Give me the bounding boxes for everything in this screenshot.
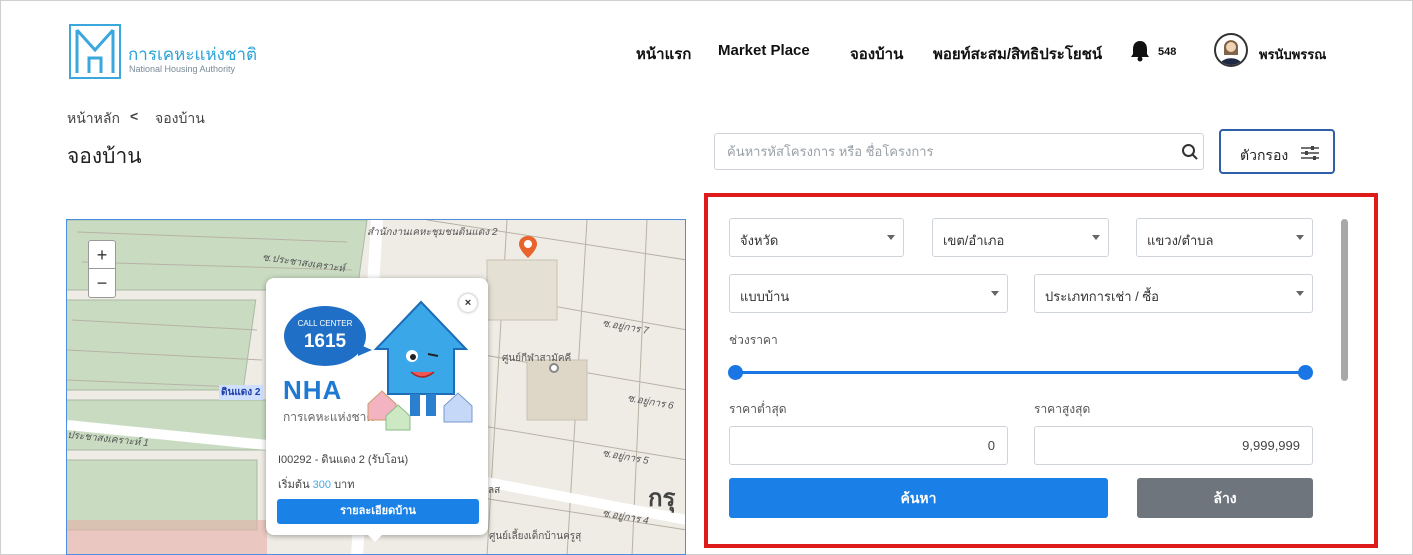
mascot-icon <box>366 294 476 434</box>
nha-logo-subtext: การเคหะแห่งชาติ <box>283 410 375 424</box>
min-price-input[interactable]: 0 <box>729 426 1008 465</box>
min-price-label: ราคาต่ำสุด <box>729 402 787 416</box>
project-popup: × CALL CENTER 1615 NHA การเคหะแห่งชาติ I… <box>266 278 488 542</box>
map-zoom-control: + − <box>88 240 116 298</box>
bell-icon[interactable] <box>1130 40 1150 62</box>
avatar[interactable] <box>1214 33 1248 67</box>
max-price-label: ราคาสูงสุด <box>1034 402 1091 416</box>
nav-points[interactable]: พอยท์สะสม/สิทธิประโยชน์ <box>933 42 1102 66</box>
price-value: 300 <box>312 479 332 491</box>
call-center-label: CALL CENTER <box>297 319 353 328</box>
breadcrumb-current: จองบ้าน <box>155 110 205 126</box>
nha-logo-icon[interactable] <box>69 24 121 79</box>
filter-button[interactable]: ตัวกรอง <box>1219 129 1335 174</box>
province-select-label: จังหวัด <box>740 233 779 248</box>
nha-logo-text: NHA <box>283 375 343 405</box>
price-range-min-handle[interactable] <box>727 365 743 380</box>
house-type-select-label: แบบบ้าน <box>740 289 790 304</box>
filter-button-label: ตัวกรอง <box>1240 147 1289 163</box>
search-button[interactable]: ค้นหา <box>729 478 1108 518</box>
nav-home[interactable]: หน้าแรก <box>636 42 691 66</box>
clear-button[interactable]: ล้าง <box>1137 478 1313 518</box>
price-unit: บาท <box>334 479 355 491</box>
zoom-out-button[interactable]: − <box>89 269 115 297</box>
price-range-max-handle[interactable] <box>1297 365 1313 380</box>
min-price-value: 0 <box>987 438 995 453</box>
chevron-down-icon <box>887 235 895 240</box>
map-pin-icon[interactable] <box>517 235 539 259</box>
search-box <box>714 133 1204 170</box>
search-input[interactable] <box>715 134 1155 169</box>
breadcrumb-separator-icon: < <box>130 108 139 124</box>
popup-tail <box>366 533 384 542</box>
max-price-input[interactable]: 9,999,999 <box>1034 426 1313 465</box>
map-label-near: ลส <box>488 485 501 496</box>
deal-type-select[interactable]: ประเภทการเช่า / ซื้อ <box>1034 274 1313 313</box>
house-type-select[interactable]: แบบบ้าน <box>729 274 1008 313</box>
price-range-slider[interactable] <box>735 371 1305 374</box>
zoom-in-button[interactable]: + <box>89 241 115 269</box>
subdistrict-select[interactable]: แขวง/ตำบล <box>1136 218 1313 257</box>
sliders-icon <box>1300 145 1320 161</box>
call-center-number: 1615 <box>303 331 347 352</box>
map-label-district-tag[interactable]: ดินแดง 2 <box>219 385 263 400</box>
price-prefix: เริ่มต้น <box>278 479 310 491</box>
subdistrict-select-label: แขวง/ตำบล <box>1147 233 1214 248</box>
map-label-center: ศูนย์กีฬาสามัคคี <box>502 353 572 364</box>
notification-count: 548 <box>1158 46 1177 58</box>
map-label-office: สำนักงานเคหะชุมชนดินแดง 2 <box>367 227 498 238</box>
chevron-down-icon <box>991 291 999 296</box>
map-label-bangkok: กรุ <box>648 485 676 512</box>
brand-name-en: National Housing Authority <box>129 64 236 74</box>
search-icon[interactable] <box>1181 143 1199 161</box>
nav-market-place[interactable]: Market Place <box>718 42 810 59</box>
project-name: I00292 - ดินแดง 2 (รับโอน) <box>278 454 409 466</box>
page-title: จองบ้าน <box>67 145 142 168</box>
map-view[interactable]: + − สำนักงานเคหะชุมชนดินแดง 2 ซ.ประชาสงเ… <box>66 219 686 555</box>
project-price: เริ่มต้น 300 บาท <box>278 475 355 493</box>
house-detail-button[interactable]: รายละเอียดบ้าน <box>277 499 479 524</box>
breadcrumb-root[interactable]: หน้าหลัก <box>67 108 120 130</box>
deal-type-select-label: ประเภทการเช่า / ซื้อ <box>1045 289 1159 304</box>
user-name[interactable]: พรนับพรรณ <box>1259 44 1326 65</box>
chevron-down-icon <box>1092 235 1100 240</box>
filter-panel-scrollbar[interactable] <box>1341 219 1348 381</box>
district-select-label: เขต/อำเภอ <box>943 233 1005 248</box>
map-label-bottom: ศูนย์เลี้ยงเด็กบ้านครูสุ <box>489 531 582 542</box>
province-select[interactable]: จังหวัด <box>729 218 904 257</box>
max-price-value: 9,999,999 <box>1242 438 1300 453</box>
district-select[interactable]: เขต/อำเภอ <box>932 218 1109 257</box>
nav-booking[interactable]: จองบ้าน <box>850 42 903 66</box>
price-range-label: ช่วงราคา <box>729 333 778 347</box>
chevron-down-icon <box>1296 235 1304 240</box>
chevron-down-icon <box>1296 291 1304 296</box>
